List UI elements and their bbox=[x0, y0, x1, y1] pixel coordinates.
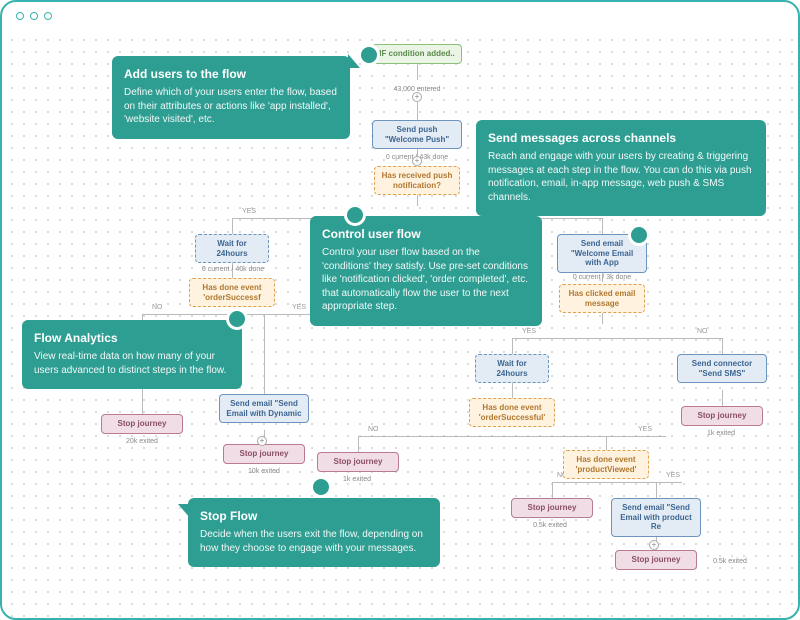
add-step-icon[interactable]: + bbox=[257, 436, 267, 446]
window-titlebar bbox=[2, 2, 798, 30]
node-stop-mid[interactable]: Stop journey bbox=[317, 452, 399, 472]
edge bbox=[232, 218, 233, 234]
node-product-viewed[interactable]: Has done event 'productViewed' bbox=[563, 450, 649, 479]
edge bbox=[552, 482, 553, 498]
node-order-success-right[interactable]: Has done event 'orderSuccessful' bbox=[469, 398, 555, 427]
edge bbox=[358, 436, 666, 437]
node-label: Send email "Send Email with Dynamic bbox=[226, 399, 301, 418]
node-has-received-push[interactable]: Has received push notification? bbox=[374, 166, 460, 195]
node-wait-24h-right[interactable]: Wait for 24hours bbox=[475, 354, 549, 383]
node-label: Send connector "Send SMS" bbox=[692, 359, 752, 378]
callout-body: Reach and engage with your users by crea… bbox=[488, 150, 754, 204]
callout-stop-flow: Stop Flow Decide when the users exit the… bbox=[188, 498, 440, 567]
node-stop-final[interactable]: Stop journey bbox=[615, 550, 697, 570]
callout-title: Send messages across channels bbox=[488, 130, 754, 146]
node-label: Wait for 24hours bbox=[216, 239, 247, 258]
node-label: Has done event 'orderSuccessful' bbox=[479, 403, 546, 422]
node-stop-left[interactable]: Stop journey bbox=[101, 414, 183, 434]
node-stat: 1k exited bbox=[695, 426, 747, 442]
edge bbox=[656, 482, 657, 498]
edge bbox=[722, 338, 723, 354]
edge bbox=[602, 218, 603, 234]
node-stop-left2[interactable]: Stop journey bbox=[223, 444, 305, 464]
node-label: Stop journey bbox=[240, 449, 289, 458]
add-step-icon[interactable]: + bbox=[649, 540, 659, 550]
window-control-dot[interactable] bbox=[44, 12, 52, 20]
node-label: Send email "Welcome Email with App bbox=[571, 239, 633, 267]
edge bbox=[264, 314, 265, 394]
edge-label-yes: YES bbox=[292, 304, 306, 311]
node-label: Stop journey bbox=[118, 419, 167, 428]
edge-label-yes: YES bbox=[522, 328, 536, 335]
node-send-sms[interactable]: Send connector "Send SMS" bbox=[677, 354, 767, 383]
node-stop-pv-no[interactable]: Stop journey bbox=[511, 498, 593, 518]
node-stop-sms[interactable]: Stop journey bbox=[681, 406, 763, 426]
callout-body: Control your user flow based on the 'con… bbox=[322, 246, 530, 314]
edge bbox=[512, 382, 513, 398]
node-stat: 0 current / 40k done bbox=[194, 262, 272, 278]
callout-marker-icon bbox=[226, 308, 248, 330]
callout-flow-analytics: Flow Analytics View real-time data on ho… bbox=[22, 320, 242, 389]
edge-label-yes: YES bbox=[638, 426, 652, 433]
node-if-condition[interactable]: IF condition added.. bbox=[372, 44, 462, 64]
node-label: Stop journey bbox=[528, 503, 577, 512]
edge bbox=[417, 102, 418, 120]
node-send-email-dynamic[interactable]: Send email "Send Email with Dynamic bbox=[219, 394, 309, 423]
node-order-success-left[interactable]: Has done event 'orderSuccessf bbox=[189, 278, 275, 307]
add-step-icon[interactable]: + bbox=[412, 92, 422, 102]
callout-tail bbox=[178, 504, 190, 518]
node-wait-24h-left[interactable]: Wait for 24hours bbox=[195, 234, 269, 263]
node-label: Has received push notification? bbox=[382, 171, 453, 190]
callout-body: View real-time data on how many of your … bbox=[34, 350, 230, 377]
node-label: Stop journey bbox=[632, 555, 681, 564]
flow-canvas[interactable]: YES NO NO YES YES NO NO YES NO YES IF co… bbox=[2, 30, 798, 618]
node-label: Has done event 'productViewed' bbox=[576, 455, 637, 474]
edge-label-no: NO bbox=[368, 426, 379, 433]
callout-send-messages: Send messages across channels Reach and … bbox=[476, 120, 766, 216]
node-label: Has done event 'orderSuccessf bbox=[202, 283, 261, 302]
callout-body: Define which of your users enter the flo… bbox=[124, 86, 338, 127]
callout-title: Control user flow bbox=[322, 226, 530, 242]
node-label: IF condition added.. bbox=[379, 49, 455, 58]
node-stat: 0.5k exited bbox=[522, 518, 578, 534]
add-step-icon[interactable]: + bbox=[412, 156, 422, 166]
node-label: Has clicked email message bbox=[569, 289, 636, 308]
callout-control-flow: Control user flow Control your user flow… bbox=[310, 216, 542, 326]
edge bbox=[417, 194, 418, 206]
node-label: Send push "Welcome Push" bbox=[385, 125, 449, 144]
node-stat: 10k exited bbox=[234, 464, 294, 480]
callout-title: Add users to the flow bbox=[124, 66, 338, 82]
window-control-dot[interactable] bbox=[16, 12, 24, 20]
node-label: Send email "Send Email with product Re bbox=[620, 503, 692, 531]
callout-marker-icon bbox=[344, 204, 366, 226]
callout-title: Flow Analytics bbox=[34, 330, 230, 346]
node-label: Wait for 24hours bbox=[496, 359, 527, 378]
callout-body: Decide when the users exit the flow, dep… bbox=[200, 528, 428, 555]
edge bbox=[358, 436, 359, 452]
node-send-push[interactable]: Send push "Welcome Push" bbox=[372, 120, 462, 149]
node-send-email-product[interactable]: Send email "Send Email with product Re bbox=[611, 498, 701, 537]
node-label: Stop journey bbox=[334, 457, 383, 466]
edge-label-yes: YES bbox=[242, 208, 256, 215]
node-has-clicked-email[interactable]: Has clicked email message bbox=[559, 284, 645, 313]
app-window: YES NO NO YES YES NO NO YES NO YES IF co… bbox=[0, 0, 800, 620]
callout-marker-icon bbox=[310, 476, 332, 498]
edge bbox=[512, 338, 722, 339]
callout-add-users: Add users to the flow Define which of yo… bbox=[112, 56, 350, 139]
node-stat: 20k exited bbox=[112, 434, 172, 450]
callout-marker-icon bbox=[628, 224, 650, 246]
edge-label-yes: YES bbox=[666, 472, 680, 479]
callout-marker-icon bbox=[358, 44, 380, 66]
node-stat: 0.5k exited bbox=[702, 554, 758, 570]
window-control-dot[interactable] bbox=[30, 12, 38, 20]
edge bbox=[552, 482, 682, 483]
node-stat: 1k exited bbox=[331, 472, 383, 488]
edge bbox=[512, 338, 513, 354]
edge-label-no: NO bbox=[697, 328, 708, 335]
edge bbox=[722, 390, 723, 406]
edge-label-no: NO bbox=[152, 304, 163, 311]
callout-title: Stop Flow bbox=[200, 508, 428, 524]
node-label: Stop journey bbox=[698, 411, 747, 420]
